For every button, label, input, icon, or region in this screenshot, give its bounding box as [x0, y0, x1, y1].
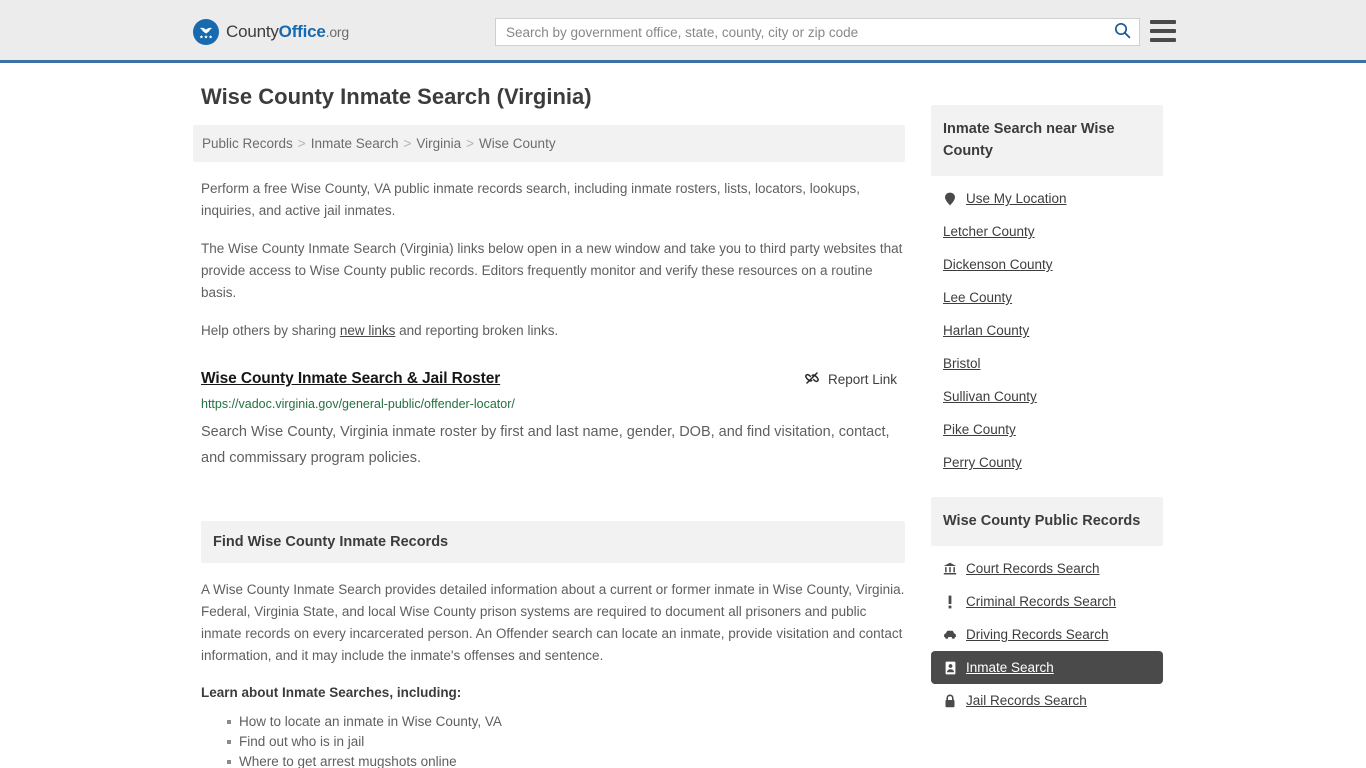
page-title: Wise County Inmate Search (Virginia): [201, 84, 592, 109]
sidebar-item-label: Bristol: [943, 356, 981, 371]
report-link-label: Report Link: [827, 372, 897, 387]
sidebar-item-label: Jail Records Search: [966, 693, 1087, 708]
list-item: How to locate an inmate in Wise County, …: [227, 712, 905, 732]
breadcrumb-item-inmate-search[interactable]: Inmate Search: [311, 136, 399, 151]
site-logo[interactable]: CountyOffice.org: [193, 19, 349, 45]
public-records-card-heading: Wise County Public Records: [931, 497, 1163, 546]
sidebar-item-label: Use My Location: [966, 191, 1067, 206]
sidebar-item-perry-county[interactable]: Perry County: [931, 446, 1163, 479]
sidebar-item-label: Harlan County: [943, 323, 1030, 338]
sidebar-item-use-my-location[interactable]: Use My Location: [931, 182, 1163, 215]
sidebar-item-label: Dickenson County: [943, 257, 1053, 272]
eagle-shield-logo-icon: [193, 19, 219, 45]
page-body: Wise County Inmate Search (Virginia) Pub…: [0, 63, 1366, 768]
map-pin-icon: [943, 192, 957, 206]
site-logo-text: CountyOffice.org: [226, 22, 349, 42]
nearby-inmate-search-card: Inmate Search near Wise County Use My Lo…: [931, 105, 1163, 479]
list-item: Where to get arrest mugshots online: [227, 752, 905, 768]
result-description: Search Wise County, Virginia inmate rost…: [201, 424, 890, 466]
new-links-link[interactable]: new links: [340, 323, 396, 338]
logo-text-county: County: [226, 22, 279, 41]
sidebar-item-label: Court Records Search: [966, 561, 1100, 576]
sidebar: Inmate Search near Wise County Use My Lo…: [931, 83, 1163, 717]
learn-bullet-list: How to locate an inmate in Wise County, …: [201, 712, 905, 768]
sidebar-item-driving-records-search[interactable]: Driving Records Search: [931, 618, 1163, 651]
car-icon: [943, 628, 957, 642]
breadcrumb-separator: >: [403, 136, 412, 151]
sidebar-item-letcher-county[interactable]: Letcher County: [931, 215, 1163, 248]
breadcrumb: Public Records > Inmate Search > Virginia > Wi…: [193, 125, 905, 162]
sidebar-item-inmate-search[interactable]: Inmate Search: [931, 651, 1163, 684]
sidebar-item-bristol[interactable]: Bristol: [931, 347, 1163, 380]
result-url: https://vadoc.virginia.gov/general-publi…: [201, 397, 515, 411]
search-bar: [495, 18, 1140, 46]
sidebar-item-label: Criminal Records Search: [966, 594, 1117, 609]
sidebar-item-label: Sullivan County: [943, 389, 1037, 404]
sidebar-item-jail-records-search[interactable]: Jail Records Search: [931, 684, 1163, 717]
breadcrumb-item-virginia[interactable]: Virginia: [416, 136, 461, 151]
help-prefix: Help others by sharing: [201, 323, 340, 338]
sidebar-item-lee-county[interactable]: Lee County: [931, 281, 1163, 314]
public-records-card: Wise County Public Records Court Records…: [931, 497, 1163, 717]
sidebar-item-harlan-county[interactable]: Harlan County: [931, 314, 1163, 347]
section-heading: Find Wise County Inmate Records: [201, 521, 905, 563]
hamburger-menu-icon[interactable]: [1150, 20, 1176, 42]
logo-text-org: .org: [325, 24, 350, 40]
section-body: A Wise County Inmate Search provides det…: [201, 579, 905, 768]
breadcrumb-item-public-records[interactable]: Public Records: [202, 136, 293, 151]
sidebar-item-court-records-search[interactable]: Court Records Search: [931, 552, 1163, 585]
sidebar-item-criminal-records-search[interactable]: Criminal Records Search: [931, 585, 1163, 618]
sidebar-item-dickenson-county[interactable]: Dickenson County: [931, 248, 1163, 281]
sidebar-item-label: Inmate Search: [966, 660, 1054, 675]
sidebar-item-label: Driving Records Search: [966, 627, 1109, 642]
site-header: CountyOffice.org: [0, 0, 1366, 63]
courthouse-icon: [943, 562, 957, 576]
sidebar-item-label: Lee County: [943, 290, 1013, 305]
sidebar-item-sullivan-county[interactable]: Sullivan County: [931, 380, 1163, 413]
main-content: Wise County Inmate Search (Virginia) Pub…: [193, 83, 905, 768]
result-title-link[interactable]: Wise County Inmate Search & Jail Roster: [201, 370, 500, 388]
sidebar-item-label: Letcher County: [943, 224, 1035, 239]
result-item: Wise County Inmate Search & Jail Roster …: [201, 370, 905, 471]
sidebar-item-label: Pike County: [943, 422, 1016, 437]
search-button[interactable]: [1105, 19, 1139, 45]
broken-link-icon: [804, 370, 820, 389]
help-paragraph: Help others by sharing new links and rep…: [201, 320, 905, 342]
breadcrumb-separator: >: [466, 136, 475, 151]
help-suffix: and reporting broken links.: [395, 323, 559, 338]
exclamation-icon: [943, 595, 957, 609]
sidebar-item-label: Perry County: [943, 455, 1022, 470]
learn-about-title: Learn about Inmate Searches, including:: [201, 685, 462, 700]
disclaimer-paragraph: The Wise County Inmate Search (Virginia)…: [201, 241, 903, 300]
breadcrumb-item-wise-county[interactable]: Wise County: [479, 136, 556, 151]
lock-icon: [943, 693, 957, 708]
report-link-button[interactable]: Report Link: [804, 370, 905, 389]
logo-text-office: Office: [278, 22, 326, 41]
list-item: Find out who is in jail: [227, 732, 905, 752]
search-icon: [1114, 22, 1131, 42]
breadcrumb-separator: >: [297, 136, 306, 151]
sidebar-item-pike-county[interactable]: Pike County: [931, 413, 1163, 446]
id-badge-icon: [943, 661, 957, 675]
intro-paragraph: Perform a free Wise County, VA public in…: [201, 181, 861, 218]
search-input[interactable]: [496, 19, 1105, 45]
section-paragraph: A Wise County Inmate Search provides det…: [201, 582, 905, 663]
nearby-card-heading: Inmate Search near Wise County: [931, 105, 1163, 176]
